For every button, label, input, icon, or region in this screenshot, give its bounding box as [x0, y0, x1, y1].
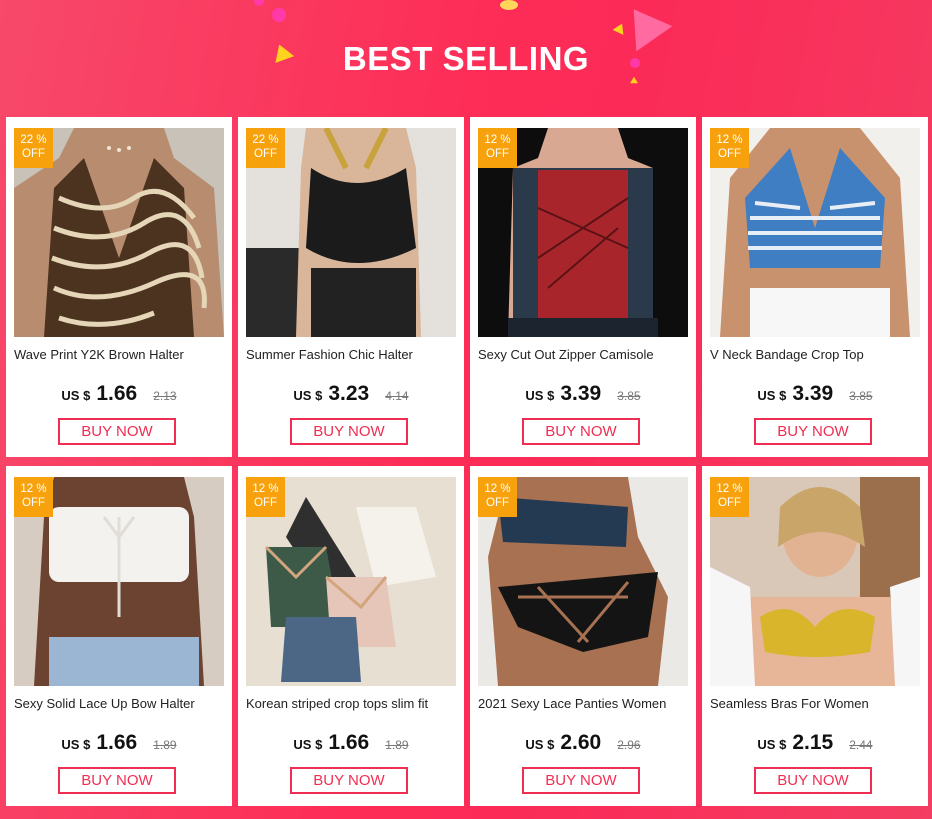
buy-now-button[interactable]: BUY NOW: [290, 767, 408, 794]
sale-price: 2.60: [560, 731, 602, 754]
currency-label: US $: [61, 388, 91, 403]
product-name[interactable]: Summer Fashion Chic Halter: [246, 347, 460, 362]
discount-badge: 12 % OFF: [14, 477, 53, 517]
sale-price: 1.66: [328, 731, 370, 754]
price-row: US $ 3.39 3.85: [470, 382, 696, 408]
original-price: 2.13: [153, 389, 177, 403]
best-selling-banner: BEST SELLING 22 % OFF Wave Print Y2K Bro…: [0, 0, 932, 819]
price-row: US $ 1.66 1.89: [6, 731, 232, 757]
discount-badge: 22 % OFF: [246, 128, 285, 168]
sale-price: 1.66: [96, 382, 138, 405]
product-name[interactable]: Wave Print Y2K Brown Halter: [14, 347, 228, 362]
discount-badge: 12 % OFF: [246, 477, 285, 517]
currency-label: US $: [293, 388, 323, 403]
price-row: US $ 1.66 1.89: [238, 731, 464, 757]
page-title: BEST SELLING: [342, 40, 590, 77]
product-card[interactable]: 22 % OFF Summer Fashion Chic Halter US $…: [238, 117, 464, 457]
discount-badge: 12 % OFF: [478, 477, 517, 517]
product-card[interactable]: 12 % OFF Sexy Cut Out Zipper Camisole US…: [470, 117, 696, 457]
discount-percent: 12 %: [252, 483, 279, 495]
discount-badge: 12 % OFF: [710, 477, 749, 517]
sale-price: 3.39: [792, 382, 834, 405]
product-card[interactable]: 12 % OFF Seamless Bras For Women US $ 2.…: [702, 466, 928, 806]
discount-badge: 22 % OFF: [14, 128, 53, 168]
product-image[interactable]: 12 % OFF: [478, 477, 688, 686]
sale-price: 2.15: [792, 731, 834, 754]
product-image[interactable]: 12 % OFF: [710, 128, 920, 337]
product-image[interactable]: 12 % OFF: [246, 477, 456, 686]
original-price: 2.44: [849, 738, 873, 752]
discount-percent: 12 %: [484, 134, 511, 146]
buy-now-button[interactable]: BUY NOW: [290, 418, 408, 445]
product-name[interactable]: Sexy Solid Lace Up Bow Halter: [14, 696, 228, 711]
original-price: 1.89: [385, 738, 409, 752]
discount-percent: 12 %: [484, 483, 511, 495]
currency-label: US $: [757, 737, 787, 752]
buy-now-button[interactable]: BUY NOW: [522, 767, 640, 794]
discount-percent: 12 %: [20, 483, 47, 495]
product-name[interactable]: Seamless Bras For Women: [710, 696, 924, 711]
price-row: US $ 1.66 2.13: [6, 382, 232, 408]
currency-label: US $: [525, 388, 555, 403]
discount-percent: 12 %: [716, 134, 743, 146]
product-image[interactable]: 22 % OFF: [246, 128, 456, 337]
product-image[interactable]: 22 % OFF: [14, 128, 224, 337]
buy-now-button[interactable]: BUY NOW: [754, 418, 872, 445]
product-name[interactable]: Korean striped crop tops slim fit: [246, 696, 460, 711]
product-name[interactable]: V Neck Bandage Crop Top: [710, 347, 924, 362]
original-price: 2.96: [617, 738, 641, 752]
discount-badge: 12 % OFF: [710, 128, 749, 168]
currency-label: US $: [525, 737, 555, 752]
product-image[interactable]: 12 % OFF: [710, 477, 920, 686]
buy-now-button[interactable]: BUY NOW: [522, 418, 640, 445]
currency-label: US $: [293, 737, 323, 752]
discount-off-label: OFF: [486, 497, 509, 509]
discount-off-label: OFF: [22, 148, 45, 160]
product-card[interactable]: 12 % OFF 2021 Sexy Lace Panties Women US…: [470, 466, 696, 806]
discount-off-label: OFF: [254, 148, 277, 160]
product-card[interactable]: 22 % OFF Wave Print Y2K Brown Halter US …: [6, 117, 232, 457]
sale-price: 3.39: [560, 382, 602, 405]
buy-now-button[interactable]: BUY NOW: [58, 418, 176, 445]
confetti-coin: [500, 0, 518, 10]
confetti-dot: [272, 8, 286, 22]
discount-off-label: OFF: [486, 148, 509, 160]
original-price: 1.89: [153, 738, 177, 752]
product-image[interactable]: 12 % OFF: [478, 128, 688, 337]
discount-percent: 12 %: [716, 483, 743, 495]
discount-percent: 22 %: [20, 134, 47, 146]
buy-now-button[interactable]: BUY NOW: [754, 767, 872, 794]
product-name[interactable]: 2021 Sexy Lace Panties Women: [478, 696, 692, 711]
discount-badge: 12 % OFF: [478, 128, 517, 168]
buy-now-button[interactable]: BUY NOW: [58, 767, 176, 794]
original-price: 3.85: [617, 389, 641, 403]
discount-off-label: OFF: [718, 148, 741, 160]
product-card[interactable]: 12 % OFF Korean striped crop tops slim f…: [238, 466, 464, 806]
original-price: 3.85: [849, 389, 873, 403]
sale-price: 3.23: [328, 382, 370, 405]
discount-off-label: OFF: [718, 497, 741, 509]
price-row: US $ 3.39 3.85: [702, 382, 928, 408]
confetti-dot: [254, 0, 264, 6]
currency-label: US $: [757, 388, 787, 403]
price-row: US $ 2.15 2.44: [702, 731, 928, 757]
product-image[interactable]: 12 % OFF: [14, 477, 224, 686]
price-row: US $ 3.23 4.14: [238, 382, 464, 408]
discount-off-label: OFF: [22, 497, 45, 509]
discount-percent: 22 %: [252, 134, 279, 146]
price-row: US $ 2.60 2.96: [470, 731, 696, 757]
product-grid: 22 % OFF Wave Print Y2K Brown Halter US …: [6, 117, 930, 806]
sale-price: 1.66: [96, 731, 138, 754]
product-name[interactable]: Sexy Cut Out Zipper Camisole: [478, 347, 692, 362]
original-price: 4.14: [385, 389, 409, 403]
discount-off-label: OFF: [254, 497, 277, 509]
product-card[interactable]: 12 % OFF Sexy Solid Lace Up Bow Halter U…: [6, 466, 232, 806]
product-card[interactable]: 12 % OFF V Neck Bandage Crop Top US $ 3.…: [702, 117, 928, 457]
currency-label: US $: [61, 737, 91, 752]
